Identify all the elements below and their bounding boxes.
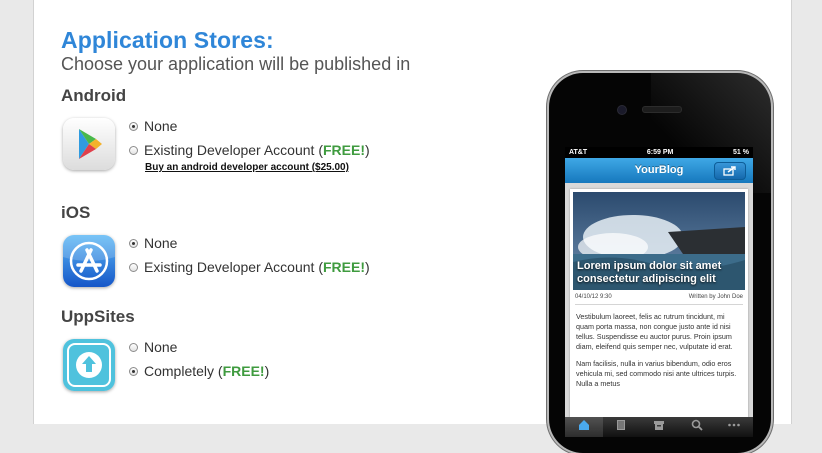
- app-header: YourBlog: [565, 158, 753, 183]
- search-icon: [691, 419, 703, 431]
- google-play-icon: [63, 118, 115, 170]
- radio-selected-icon[interactable]: [129, 366, 138, 376]
- ios-option-existing-account[interactable]: Existing Developer Account (FREE!): [129, 257, 370, 277]
- article-hero-image: Lorem ipsum dolor sit amet consectetur a…: [573, 192, 745, 290]
- tab-list[interactable]: [603, 417, 641, 437]
- free-badge: FREE!: [322, 142, 365, 158]
- phone-preview: AT&T 6:59 PM 51 % YourBlog Lorem ipsum d…: [549, 73, 771, 453]
- page-title: Application Stores:: [61, 27, 274, 53]
- share-icon: [723, 166, 736, 176]
- app-store-icon: [63, 235, 115, 287]
- tab-home[interactable]: [565, 417, 603, 437]
- radio-icon[interactable]: [129, 262, 138, 272]
- android-option-none[interactable]: None: [129, 116, 177, 136]
- article-headline: Lorem ipsum dolor sit amet consectetur a…: [577, 260, 722, 285]
- radio-icon[interactable]: [129, 145, 138, 155]
- free-badge: FREE!: [222, 363, 265, 379]
- article-meta: 04/10/12 9:30 Written by John Doe: [575, 294, 743, 305]
- radio-icon[interactable]: [129, 342, 138, 352]
- article-paragraph: Nam facilisis, nulla in varius bibendum,…: [576, 359, 737, 388]
- phone-screen: AT&T 6:59 PM 51 % YourBlog Lorem ipsum d…: [565, 147, 753, 437]
- archive-icon: [653, 421, 664, 430]
- article-date: 04/10/12 9:30: [575, 294, 612, 300]
- uppsites-icon: [63, 339, 115, 391]
- uppsites-option-completely[interactable]: Completely (FREE!): [129, 361, 269, 381]
- uppsites-option-none[interactable]: None: [129, 337, 177, 357]
- clock-label: 6:59 PM: [646, 149, 674, 156]
- camera-icon: [617, 105, 627, 115]
- free-badge: FREE!: [322, 259, 365, 275]
- list-icon: [617, 420, 626, 430]
- share-button[interactable]: [714, 162, 746, 180]
- more-icon: [728, 423, 740, 427]
- ios-option-none[interactable]: None: [129, 233, 177, 253]
- tab-bar: [565, 417, 753, 437]
- article-paragraph: Vestibulum laoreet, felis ac rutrum tinc…: [576, 312, 733, 351]
- tab-more[interactable]: [715, 417, 753, 437]
- article-body: Vestibulum laoreet, felis ac rutrum tinc…: [576, 312, 742, 396]
- home-icon: [578, 420, 589, 430]
- article-author: Written by John Doe: [688, 294, 743, 300]
- section-title-ios: iOS: [61, 203, 91, 222]
- tab-search[interactable]: [678, 417, 716, 437]
- speaker-grille: [642, 106, 682, 113]
- page-subtitle: Choose your application will be publishe…: [61, 54, 411, 74]
- radio-selected-icon[interactable]: [129, 238, 138, 248]
- radio-selected-icon[interactable]: [129, 121, 138, 131]
- buy-android-account-link[interactable]: Buy an android developer account ($25.00…: [145, 162, 349, 173]
- carrier-label: AT&T: [569, 149, 588, 156]
- article-card[interactable]: Lorem ipsum dolor sit amet consectetur a…: [570, 189, 748, 437]
- section-title-uppsites: UppSites: [61, 307, 135, 326]
- section-title-android: Android: [61, 86, 127, 105]
- battery-label: 51 %: [733, 149, 749, 156]
- android-option-existing-account[interactable]: Existing Developer Account (FREE!): [129, 140, 370, 160]
- status-bar: AT&T 6:59 PM 51 %: [565, 147, 753, 158]
- tab-archive[interactable]: [640, 417, 678, 437]
